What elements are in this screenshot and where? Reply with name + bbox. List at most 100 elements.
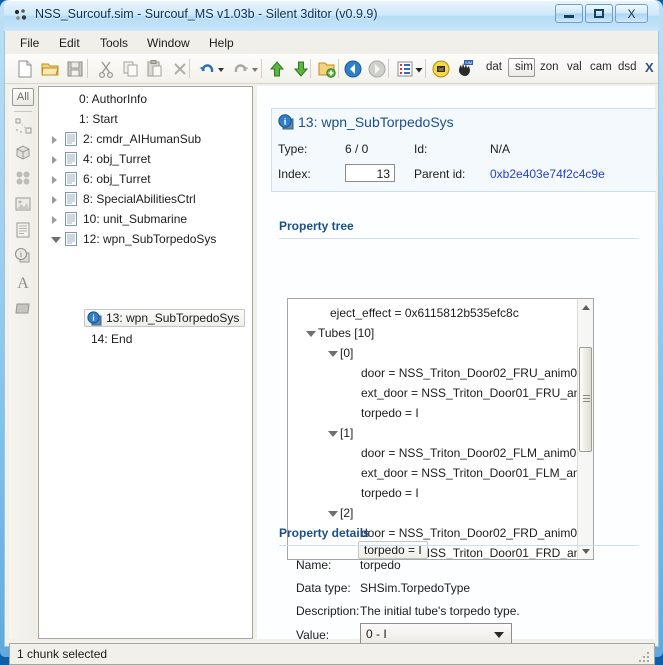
- scrollbar-thumb[interactable]: [579, 347, 592, 452]
- expand-arrow-icon[interactable]: [52, 156, 57, 164]
- description-value: The initial tube's torpedo type.: [360, 604, 520, 618]
- copy-icon: [121, 59, 141, 79]
- document-icon: [65, 132, 77, 146]
- toolbar-cam-button[interactable]: cam: [590, 61, 612, 73]
- maximize-button[interactable]: [585, 4, 613, 23]
- chunk-tree[interactable]: 0: AuthorInfo 1: Start 2: cmdr_AIHumanSu…: [38, 86, 253, 639]
- value-dropdown[interactable]: 0 - I: [360, 623, 512, 644]
- rail-all-button[interactable]: All: [12, 88, 34, 106]
- collapse-arrow-icon[interactable]: [328, 351, 338, 357]
- rail-divider: [14, 111, 32, 112]
- nodes-graph-icon[interactable]: [13, 116, 33, 136]
- four-dots-icon[interactable]: [13, 168, 33, 188]
- tree-item-unit-submarine[interactable]: 10: unit_Submarine: [39, 209, 252, 229]
- close-icon: X: [627, 6, 636, 21]
- description-label: Description:: [296, 604, 360, 618]
- move-up-arrow-icon[interactable]: [267, 59, 287, 79]
- value-dropdown-text: 0 - I: [366, 627, 387, 641]
- property-tree[interactable]: eject_effect = 0x6115812b535efc8c Tubes …: [287, 298, 594, 560]
- back-arrow-icon[interactable]: [343, 59, 363, 79]
- menu-window[interactable]: Window: [141, 35, 196, 51]
- list-view-icon[interactable]: [395, 59, 415, 79]
- parent-id-link[interactable]: 0xb2e403e74f2c4c9e: [490, 167, 605, 181]
- collapse-arrow-icon[interactable]: [328, 431, 338, 437]
- cube-3d-icon[interactable]: [13, 142, 33, 162]
- delete-x-icon: [170, 59, 190, 79]
- toolbar-sim-label: sim: [515, 61, 533, 73]
- chevron-down-icon[interactable]: [494, 632, 504, 638]
- menu-edit[interactable]: Edit: [53, 35, 86, 51]
- menu-file[interactable]: File: [14, 35, 45, 51]
- property-node-label: door = NSS_Triton_Door02_FRD_anim01: [361, 526, 584, 540]
- hand-sim-icon[interactable]: SIM: [455, 59, 475, 79]
- text-a-icon[interactable]: A: [13, 272, 33, 292]
- expand-arrow-icon[interactable]: [52, 216, 57, 224]
- minimize-button[interactable]: [555, 4, 583, 23]
- toolbar-zon-button[interactable]: zon: [540, 61, 559, 73]
- property-node-label: [0]: [340, 346, 354, 360]
- document-icon: [65, 152, 77, 166]
- expand-arrow-icon[interactable]: [52, 176, 57, 184]
- scroll-up-arrow[interactable]: [578, 299, 593, 315]
- info-circle-icon[interactable]: i: [13, 246, 33, 266]
- collapse-arrow-icon[interactable]: [306, 331, 316, 337]
- collapse-arrow-icon[interactable]: [328, 511, 338, 517]
- expand-arrow-icon[interactable]: [52, 196, 57, 204]
- data-type-label: Data type:: [296, 581, 351, 595]
- svg-text:SIM: SIM: [465, 60, 472, 65]
- tree-item-obj-turret-6[interactable]: 6: obj_Turret: [39, 169, 252, 189]
- bookmark-icon[interactable]: txt: [431, 59, 451, 79]
- detail-header: i 13: wpn_SubTorpedoSys: [271, 108, 656, 137]
- cut-scissors-icon: [96, 59, 116, 79]
- type-label: Type:: [278, 142, 308, 156]
- document-lines-icon[interactable]: [13, 220, 33, 240]
- property-node-label: door = NSS_Triton_Door02_FRU_anim01: [361, 366, 584, 380]
- collapse-arrow-icon[interactable]: [51, 237, 61, 243]
- tree-item-cmdr-aihumansub[interactable]: 2: cmdr_AIHumanSub: [39, 129, 252, 149]
- menu-help[interactable]: Help: [203, 35, 240, 51]
- tree-item-specialabilitiesctrl[interactable]: 8: SpecialAbilitiesCtrl: [39, 189, 252, 209]
- property-tree-scrollbar[interactable]: [577, 299, 593, 559]
- property-tree-rule: [279, 238, 639, 239]
- toolbar-dat-button[interactable]: dat: [486, 61, 502, 73]
- tree-item-wpn-subtorpedosys-13-selected[interactable]: i 13: wpn_SubTorpedoSys: [84, 309, 246, 327]
- application-window: NSS_Surcouf.sim - Surcouf_MS v1.03b - Si…: [0, 0, 663, 665]
- info-blue-icon: i: [278, 114, 294, 130]
- detail-panel: i 13: wpn_SubTorpedoSys Type: 6 / 0 Id: …: [257, 86, 656, 644]
- toolbar-dsd-button[interactable]: dsd: [618, 61, 637, 73]
- image-icon[interactable]: [13, 194, 33, 214]
- menu-tools[interactable]: Tools: [94, 35, 134, 51]
- property-node-label: ext_door = NSS_Triton_Door01_FRU_anim: [361, 386, 594, 400]
- property-node-torpedo-2-selected[interactable]: torpedo = I: [358, 541, 428, 559]
- property-node-label: eject_effect = 0x6115812b535efc8c: [330, 306, 519, 320]
- move-down-arrow-icon[interactable]: [291, 59, 311, 79]
- parent-id-label: Parent id:: [414, 167, 466, 181]
- resize-grip[interactable]: [639, 650, 651, 662]
- expand-arrow-icon[interactable]: [52, 136, 57, 144]
- document-icon: [65, 172, 77, 186]
- toolbar-val-button[interactable]: val: [567, 61, 582, 73]
- forward-arrow-icon: [367, 59, 387, 79]
- new-file-icon[interactable]: [15, 59, 35, 79]
- tree-item-start[interactable]: 1: Start: [39, 109, 252, 129]
- svg-text:txt: txt: [438, 67, 444, 73]
- tree-item-obj-turret-4[interactable]: 4: obj_Turret: [39, 149, 252, 169]
- redo-dropdown-caret-icon[interactable]: [250, 59, 260, 79]
- undo-dropdown-caret-icon[interactable]: [216, 59, 226, 79]
- toolbar-close-x-button[interactable]: X: [645, 60, 654, 75]
- info-blue-icon: i: [87, 310, 102, 326]
- list-view-caret-icon[interactable]: [414, 59, 424, 79]
- tree-item-wpn-subtorpedosys-12[interactable]: 12: wpn_SubTorpedoSys: [39, 229, 252, 249]
- add-folder-icon[interactable]: [317, 59, 337, 79]
- tree-item-end[interactable]: 14: End: [39, 329, 252, 349]
- index-input[interactable]: [345, 164, 395, 182]
- title-bar: NSS_Surcouf.sim - Surcouf_MS v1.03b - Si…: [4, 0, 659, 32]
- detail-meta-fields: Type: 6 / 0 Id: N/A Index: Parent id: 0x…: [271, 135, 656, 192]
- close-button[interactable]: X: [615, 4, 648, 23]
- undo-arrow-icon[interactable]: [197, 59, 217, 79]
- plane-shape-icon[interactable]: [13, 298, 33, 318]
- save-disk-icon[interactable]: [65, 59, 85, 79]
- tree-item-authorinfo[interactable]: 0: AuthorInfo: [39, 89, 252, 109]
- tree-item-label: 1: Start: [79, 112, 118, 126]
- open-folder-icon[interactable]: [40, 59, 60, 79]
